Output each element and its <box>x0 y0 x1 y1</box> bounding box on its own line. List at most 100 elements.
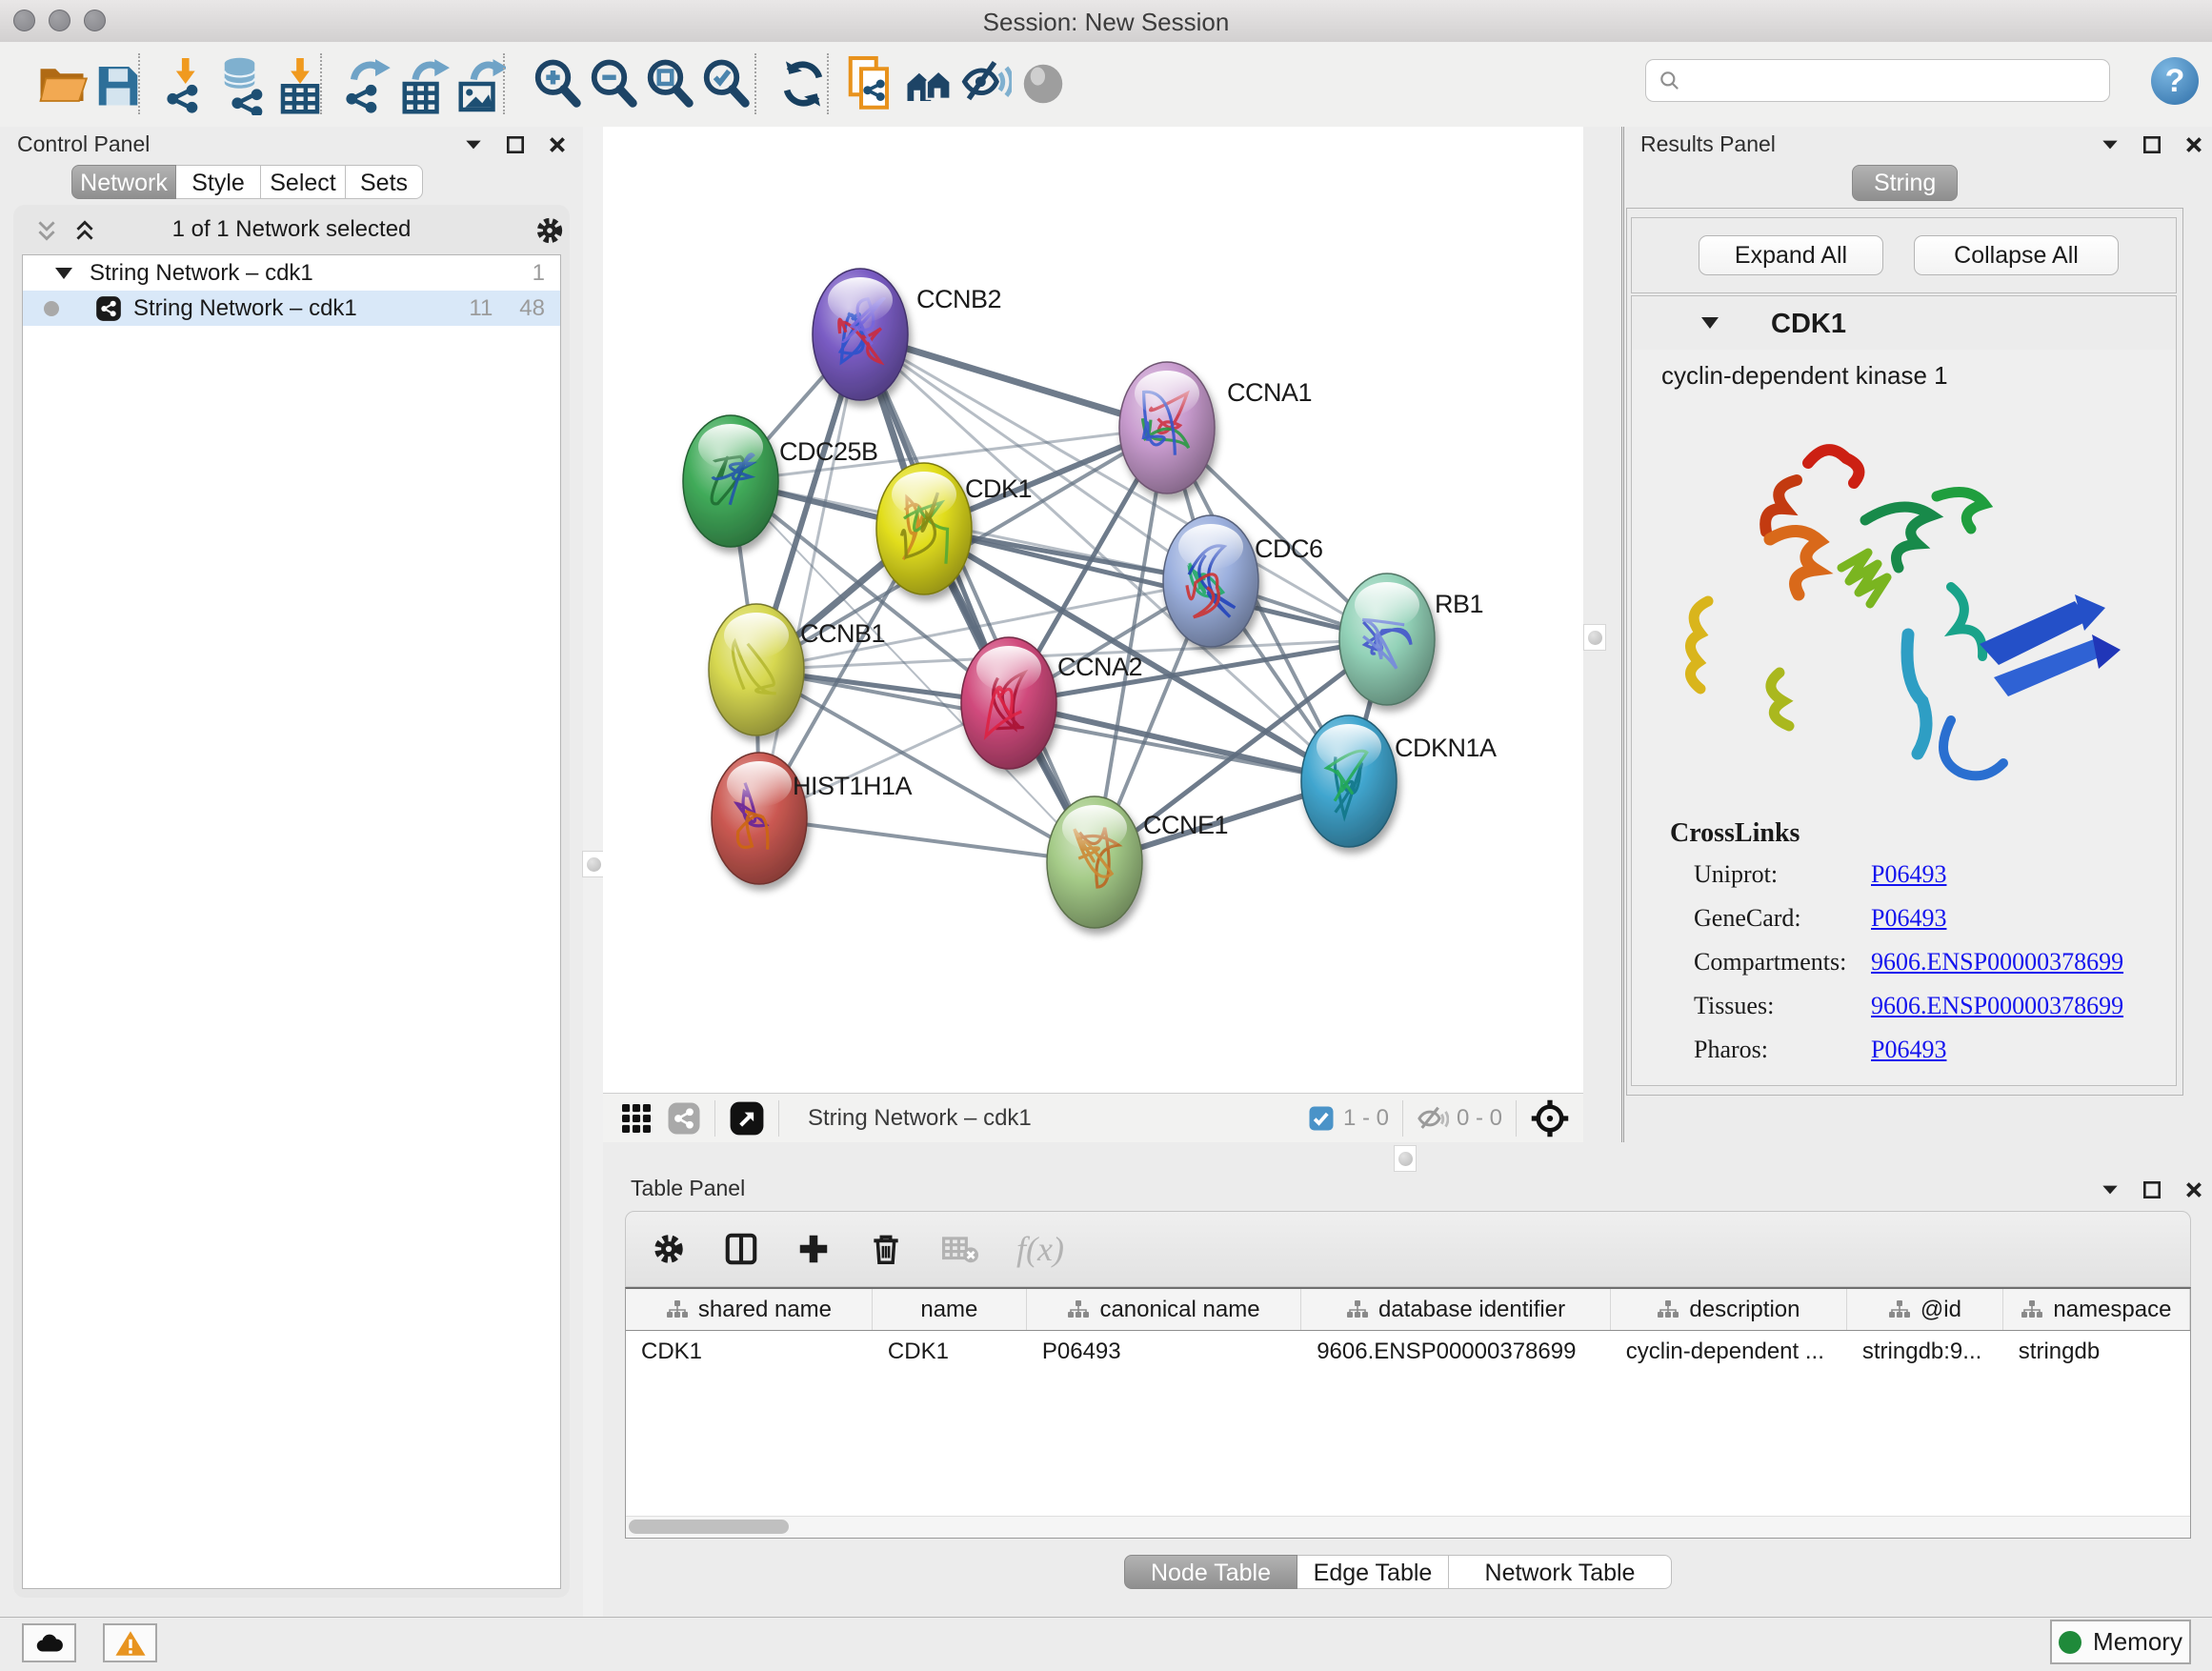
tab-node-table[interactable]: Node Table <box>1124 1555 1297 1589</box>
network-graph[interactable]: CCNB2CCNA1CDC25BCDK1CDC6RB1CCNB1CCNA2CDK… <box>603 127 1583 1093</box>
export-network-icon[interactable] <box>341 52 392 115</box>
zoom-out-icon[interactable] <box>588 52 639 115</box>
node-CCNB2[interactable]: CCNB2 <box>813 269 1001 400</box>
node-CCNE1[interactable]: CCNE1 <box>1047 796 1228 928</box>
cell-shared-name[interactable]: CDK1 <box>626 1330 873 1374</box>
delete-column-trash-icon[interactable] <box>868 1231 904 1267</box>
fit-selection-crosshair-icon[interactable] <box>1530 1098 1570 1138</box>
panel-menu-icon[interactable] <box>2100 1179 2121 1200</box>
panel-close-icon[interactable] <box>2183 1179 2204 1200</box>
crosslink-link-uniprot[interactable]: P06493 <box>1871 860 1946 888</box>
save-session-icon[interactable] <box>92 52 144 115</box>
add-column-icon[interactable] <box>795 1231 832 1267</box>
cell-description[interactable]: cyclin-dependent ... <box>1611 1330 1847 1374</box>
crosslink-link-compartments[interactable]: 9606.ENSP00000378699 <box>1871 948 2123 976</box>
node-CCNB1[interactable]: CCNB1 <box>709 604 885 735</box>
tab-network-table[interactable]: Network Table <box>1449 1555 1672 1589</box>
collapse-all-button[interactable]: Collapse All <box>1914 235 2119 275</box>
tab-select[interactable]: Select <box>261 165 346 199</box>
panel-float-icon[interactable] <box>2142 1179 2162 1200</box>
column-header-database-identifier[interactable]: database identifier <box>1301 1289 1611 1330</box>
column-header--id[interactable]: @id <box>1847 1289 2003 1330</box>
selected-checkbox-icon[interactable] <box>1307 1104 1336 1133</box>
new-network-from-selection-icon[interactable] <box>844 52 895 115</box>
entry-expander-icon[interactable] <box>1701 317 1719 329</box>
column-header-canonical-name[interactable]: canonical name <box>1027 1289 1301 1330</box>
memory-button[interactable]: Memory <box>2050 1620 2191 1664</box>
tab-sets[interactable]: Sets <box>346 165 423 199</box>
warnings-button[interactable] <box>103 1623 157 1662</box>
left-splitter-handle[interactable] <box>582 851 605 877</box>
show-all-icon[interactable] <box>1017 52 1069 115</box>
crosslink-link-tissues[interactable]: 9606.ENSP00000378699 <box>1871 992 2123 1019</box>
collection-expander-icon[interactable] <box>55 268 72 279</box>
cell-name[interactable]: CDK1 <box>873 1330 1027 1374</box>
export-image-icon[interactable] <box>454 52 506 115</box>
tab-network[interactable]: Network <box>71 165 176 199</box>
refresh-icon[interactable] <box>777 52 829 115</box>
hidden-eye-icon[interactable] <box>1417 1102 1449 1135</box>
table-hscrollbar[interactable] <box>626 1516 2190 1538</box>
node-CDC25B[interactable]: CDC25B <box>683 415 878 547</box>
open-in-window-icon[interactable] <box>729 1100 765 1137</box>
panel-float-icon[interactable] <box>505 134 526 155</box>
network-canvas[interactable]: CCNB2CCNA1CDC25BCDK1CDC6RB1CCNB1CCNA2CDK… <box>603 127 1583 1093</box>
select-columns-icon[interactable] <box>723 1231 759 1267</box>
crosslink-link-pharos[interactable]: P06493 <box>1871 1036 1946 1063</box>
import-network-file-icon[interactable] <box>162 52 213 115</box>
edge-CCNA2-CDKN1A[interactable] <box>1009 703 1349 781</box>
help-button[interactable]: ? <box>2151 57 2199 105</box>
cdk1-entry-header[interactable]: CDK1 <box>1632 296 2176 350</box>
cell--id[interactable]: stringdb:9... <box>1847 1330 2003 1374</box>
right-splitter[interactable] <box>1583 127 1624 1142</box>
node-CDKN1A[interactable]: CDKN1A <box>1301 715 1497 847</box>
crosslink-link-genecard[interactable]: P06493 <box>1871 904 1946 932</box>
first-neighbors-icon[interactable] <box>903 52 955 115</box>
network-row-selected[interactable]: String Network – cdk1 11 48 <box>23 291 560 326</box>
column-header-name[interactable]: name <box>873 1289 1027 1330</box>
panel-menu-icon[interactable] <box>2100 134 2121 155</box>
network-share-icon[interactable] <box>667 1101 701 1136</box>
import-network-database-icon[interactable] <box>218 52 270 115</box>
network-options-gear-icon[interactable] <box>533 214 566 247</box>
node-HIST1H1A[interactable]: HIST1H1A <box>712 753 913 884</box>
import-table-icon[interactable] <box>274 52 326 115</box>
expand-all-button[interactable]: Expand All <box>1699 235 1883 275</box>
zoom-fit-icon[interactable] <box>644 52 695 115</box>
export-table-icon[interactable] <box>398 52 450 115</box>
column-header-shared-name[interactable]: shared name <box>626 1289 873 1330</box>
zoom-in-icon[interactable] <box>532 52 583 115</box>
cell-canonical-name[interactable]: P06493 <box>1027 1330 1301 1374</box>
hide-selected-icon[interactable] <box>960 52 1012 115</box>
right-splitter-handle[interactable] <box>1583 624 1606 651</box>
panel-menu-icon[interactable] <box>463 134 484 155</box>
birdseye-grid-icon[interactable] <box>619 1101 654 1136</box>
tab-style[interactable]: Style <box>176 165 261 199</box>
node-CDC6[interactable]: CDC6 <box>1163 515 1323 647</box>
panel-float-icon[interactable] <box>2142 134 2162 155</box>
cloud-status-button[interactable] <box>22 1623 76 1662</box>
search-input[interactable] <box>1645 59 2110 102</box>
zoom-selected-icon[interactable] <box>700 52 752 115</box>
column-header-description[interactable]: description <box>1611 1289 1847 1330</box>
panel-close-icon[interactable] <box>2183 134 2204 155</box>
table-options-gear-icon[interactable] <box>651 1231 687 1267</box>
cell-database-identifier[interactable]: 9606.ENSP00000378699 <box>1301 1330 1611 1374</box>
network-collection-row[interactable]: String Network – cdk1 1 <box>23 255 560 291</box>
function-builder-icon[interactable]: f(x) <box>1016 1229 1064 1269</box>
column-header-namespace[interactable]: namespace <box>2003 1289 2190 1330</box>
delete-table-icon[interactable] <box>940 1231 980 1267</box>
table-row[interactable]: CDK1CDK1P064939606.ENSP00000378699cyclin… <box>626 1330 2190 1374</box>
hscrollbar-thumb[interactable] <box>629 1520 789 1534</box>
cell-namespace[interactable]: stringdb <box>2003 1330 2190 1374</box>
tab-string[interactable]: String <box>1852 165 1958 201</box>
open-file-icon[interactable] <box>36 52 88 115</box>
left-splitter[interactable] <box>583 127 603 1617</box>
edge-CCNB2-HIST1H1A[interactable] <box>759 334 860 818</box>
panel-close-icon[interactable] <box>547 134 568 155</box>
horizontal-splitter-handle[interactable] <box>1394 1145 1417 1172</box>
horizontal-splitter[interactable] <box>603 1142 2212 1174</box>
node-CDK1[interactable]: CDK1 <box>876 463 1032 594</box>
node-RB1[interactable]: RB1 <box>1339 574 1483 705</box>
tab-edge-table[interactable]: Edge Table <box>1297 1555 1449 1589</box>
